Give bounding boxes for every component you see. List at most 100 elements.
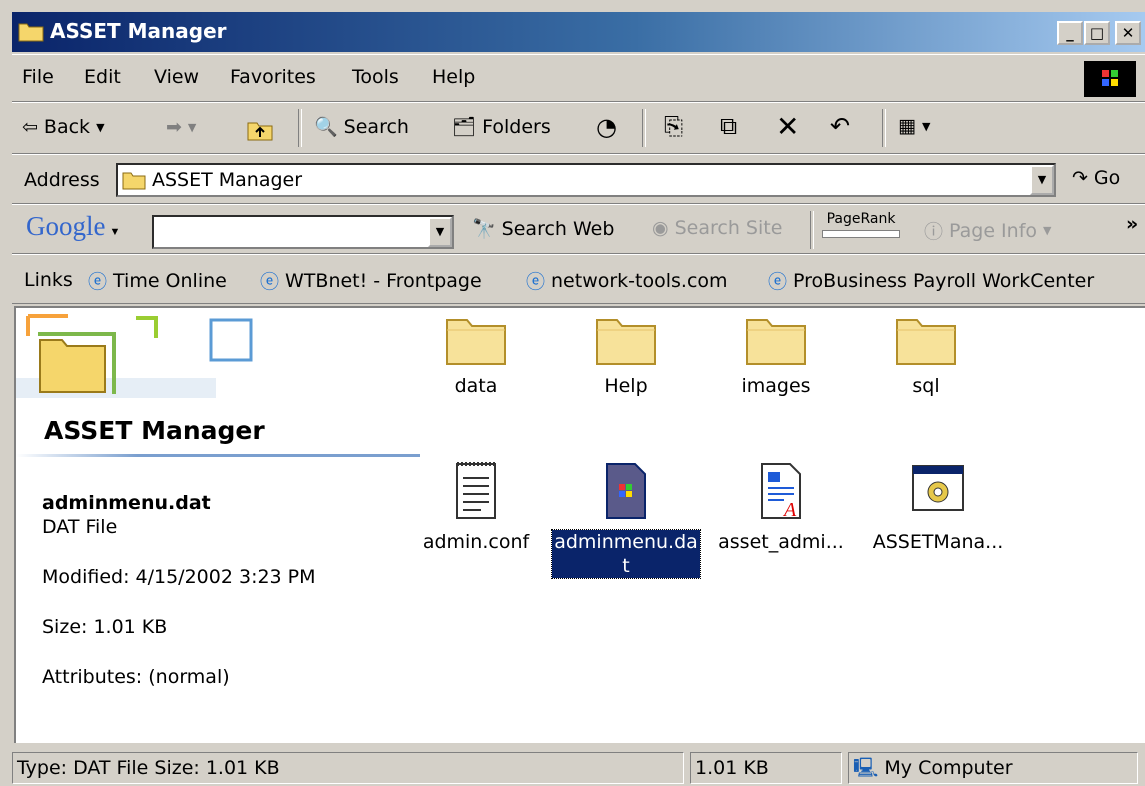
back-button[interactable]: ⇦ Back ▼: [22, 116, 105, 138]
panel-folder-title: ASSET Manager: [44, 416, 265, 445]
folders-button[interactable]: 🗂 Folders: [452, 115, 551, 139]
selected-file-size: Size: 1.01 KB: [42, 616, 168, 638]
chevron-down-icon: ▼: [435, 225, 445, 238]
google-toolbar: Google ▼ ▼ 🔭 Search Web ◉ Search Site Pag…: [12, 204, 1145, 254]
status-zone: 🖳 My Computer: [848, 752, 1138, 784]
google-search-input[interactable]: ▼: [152, 215, 454, 249]
views-icon: ▦: [898, 115, 916, 137]
history-icon: ◔: [596, 113, 617, 141]
my-computer-icon: 🖳: [853, 757, 879, 779]
forward-button[interactable]: ➡ ▼: [166, 116, 196, 138]
text-file-icon: [445, 460, 507, 522]
more-chevron-icon[interactable]: »: [1126, 213, 1138, 235]
chevron-down-icon: ▼: [1037, 173, 1047, 186]
search-site-icon: ◉: [652, 217, 669, 239]
menu-view[interactable]: View: [154, 66, 199, 88]
folder-banner-icon: [16, 308, 256, 408]
menu-bar: File Edit View Favorites Tools Help: [12, 54, 1145, 102]
link-wtbnet[interactable]: ⓔ WTBnet! - Frontpage: [260, 267, 482, 294]
file-item[interactable]: A asset_admi...: [706, 460, 856, 554]
menu-tools[interactable]: Tools: [352, 66, 399, 88]
address-value: ASSET Manager: [152, 169, 303, 191]
folders-icon: 🗂: [452, 116, 477, 138]
up-folder-icon: [247, 122, 273, 141]
file-label: adminmenu.da t: [551, 529, 701, 579]
windows-logo-icon: [1084, 61, 1136, 97]
pagerank-bar: [822, 230, 900, 238]
selected-file-name: adminmenu.dat: [42, 492, 211, 514]
go-button[interactable]: ↷ Go: [1072, 167, 1120, 189]
up-folder-button[interactable]: [246, 115, 274, 143]
undo-button[interactable]: ↶: [830, 112, 850, 140]
search-button[interactable]: 🔍 Search: [314, 115, 409, 139]
menu-file[interactable]: File: [22, 66, 54, 88]
copy-to-icon: ⧉: [720, 112, 738, 140]
link-time-online[interactable]: ⓔ Time Online: [88, 267, 227, 294]
toolbar-separator: [882, 109, 886, 147]
standard-toolbar: ⇦ Back ▼ ➡ ▼ 🔍 Search 🗂 Folders ◔ ⎘ ⧉ ✕ …: [12, 102, 1145, 154]
close-button[interactable]: ✕: [1115, 21, 1141, 45]
chevron-down-icon: ▼: [187, 120, 197, 134]
ie-page-icon: ⓔ: [260, 271, 280, 293]
folder-icon: [745, 314, 807, 366]
link-network-tools[interactable]: ⓔ network-tools.com: [526, 267, 728, 294]
chevron-down-icon: ▼: [1043, 224, 1052, 237]
undo-icon: ↶: [830, 112, 851, 140]
page-info-button[interactable]: ⓘ Page Info ▼: [924, 217, 1051, 244]
folder-item[interactable]: data: [416, 314, 536, 398]
delete-icon: ✕: [776, 110, 800, 143]
menu-help[interactable]: Help: [432, 66, 475, 88]
search-site-button[interactable]: ◉ Search Site: [652, 217, 782, 239]
move-to-icon: ⎘: [664, 112, 684, 140]
history-button[interactable]: ◔: [596, 113, 617, 141]
folder-icon: [18, 20, 44, 42]
info-icon: ⓘ: [924, 221, 944, 243]
title-bar[interactable]: ASSET Manager _ □ ✕: [12, 12, 1145, 52]
address-label: Address: [24, 169, 100, 191]
status-bar: Type: DAT File Size: 1.01 KB 1.01 KB 🖳 M…: [12, 748, 1145, 786]
go-arrow-icon: ↷: [1072, 167, 1088, 189]
google-search-dropdown[interactable]: ▼: [428, 217, 452, 247]
menu-edit[interactable]: Edit: [84, 66, 121, 88]
minimize-button[interactable]: _: [1057, 21, 1083, 45]
address-input[interactable]: ASSET Manager ▼: [116, 163, 1056, 197]
folder-item[interactable]: Help: [566, 314, 686, 398]
file-item[interactable]: admin.conf: [416, 460, 536, 554]
maximize-button[interactable]: □: [1084, 21, 1110, 45]
chevron-down-icon: ▼: [921, 119, 931, 133]
copy-to-button[interactable]: ⧉: [720, 112, 737, 140]
menu-favorites[interactable]: Favorites: [230, 66, 316, 88]
link-probusiness[interactable]: ⓔ ProBusiness Payroll WorkCenter: [768, 267, 1094, 294]
move-to-button[interactable]: ⎘: [664, 112, 683, 140]
delete-button[interactable]: ✕: [776, 110, 799, 143]
ie-page-icon: ⓔ: [88, 271, 108, 293]
search-web-button[interactable]: 🔭 Search Web: [472, 217, 614, 241]
views-button[interactable]: ▦ ▼: [898, 115, 930, 137]
ie-page-icon: ⓔ: [768, 271, 788, 293]
svg-text:A: A: [782, 499, 797, 521]
document-file-icon: A: [750, 460, 812, 522]
links-bar: Links ⓔ Time Online ⓔ WTBnet! - Frontpage …: [12, 254, 1145, 304]
panel-divider: [16, 454, 420, 457]
selected-file-type: DAT File: [42, 516, 118, 538]
links-label: Links: [24, 269, 73, 291]
folder-icon: [122, 169, 146, 196]
dat-file-icon: [595, 460, 657, 522]
folder-icon: [445, 314, 507, 366]
file-item[interactable]: ASSETMana...: [858, 460, 1018, 554]
application-icon: [907, 460, 969, 522]
pagerank-indicator[interactable]: PageRank: [822, 211, 900, 238]
toolbar-separator: [298, 109, 302, 147]
chevron-down-icon: ▼: [96, 120, 105, 134]
file-view[interactable]: ASSET Manager adminmenu.dat DAT File Mod…: [14, 306, 1145, 743]
folder-icon: [595, 314, 657, 366]
ie-page-icon: ⓔ: [526, 271, 546, 293]
google-logo[interactable]: Google ▼: [26, 211, 120, 242]
toolbar-separator: [642, 109, 646, 147]
selected-file-modified: Modified: 4/15/2002 3:23 PM: [42, 566, 316, 588]
file-item-selected[interactable]: adminmenu.da t: [551, 460, 701, 579]
folder-item[interactable]: sql: [866, 314, 986, 398]
folder-item[interactable]: images: [716, 314, 836, 398]
address-bar: Address ASSET Manager ▼ ↷ Go: [12, 154, 1145, 204]
address-dropdown[interactable]: ▼: [1030, 165, 1054, 195]
